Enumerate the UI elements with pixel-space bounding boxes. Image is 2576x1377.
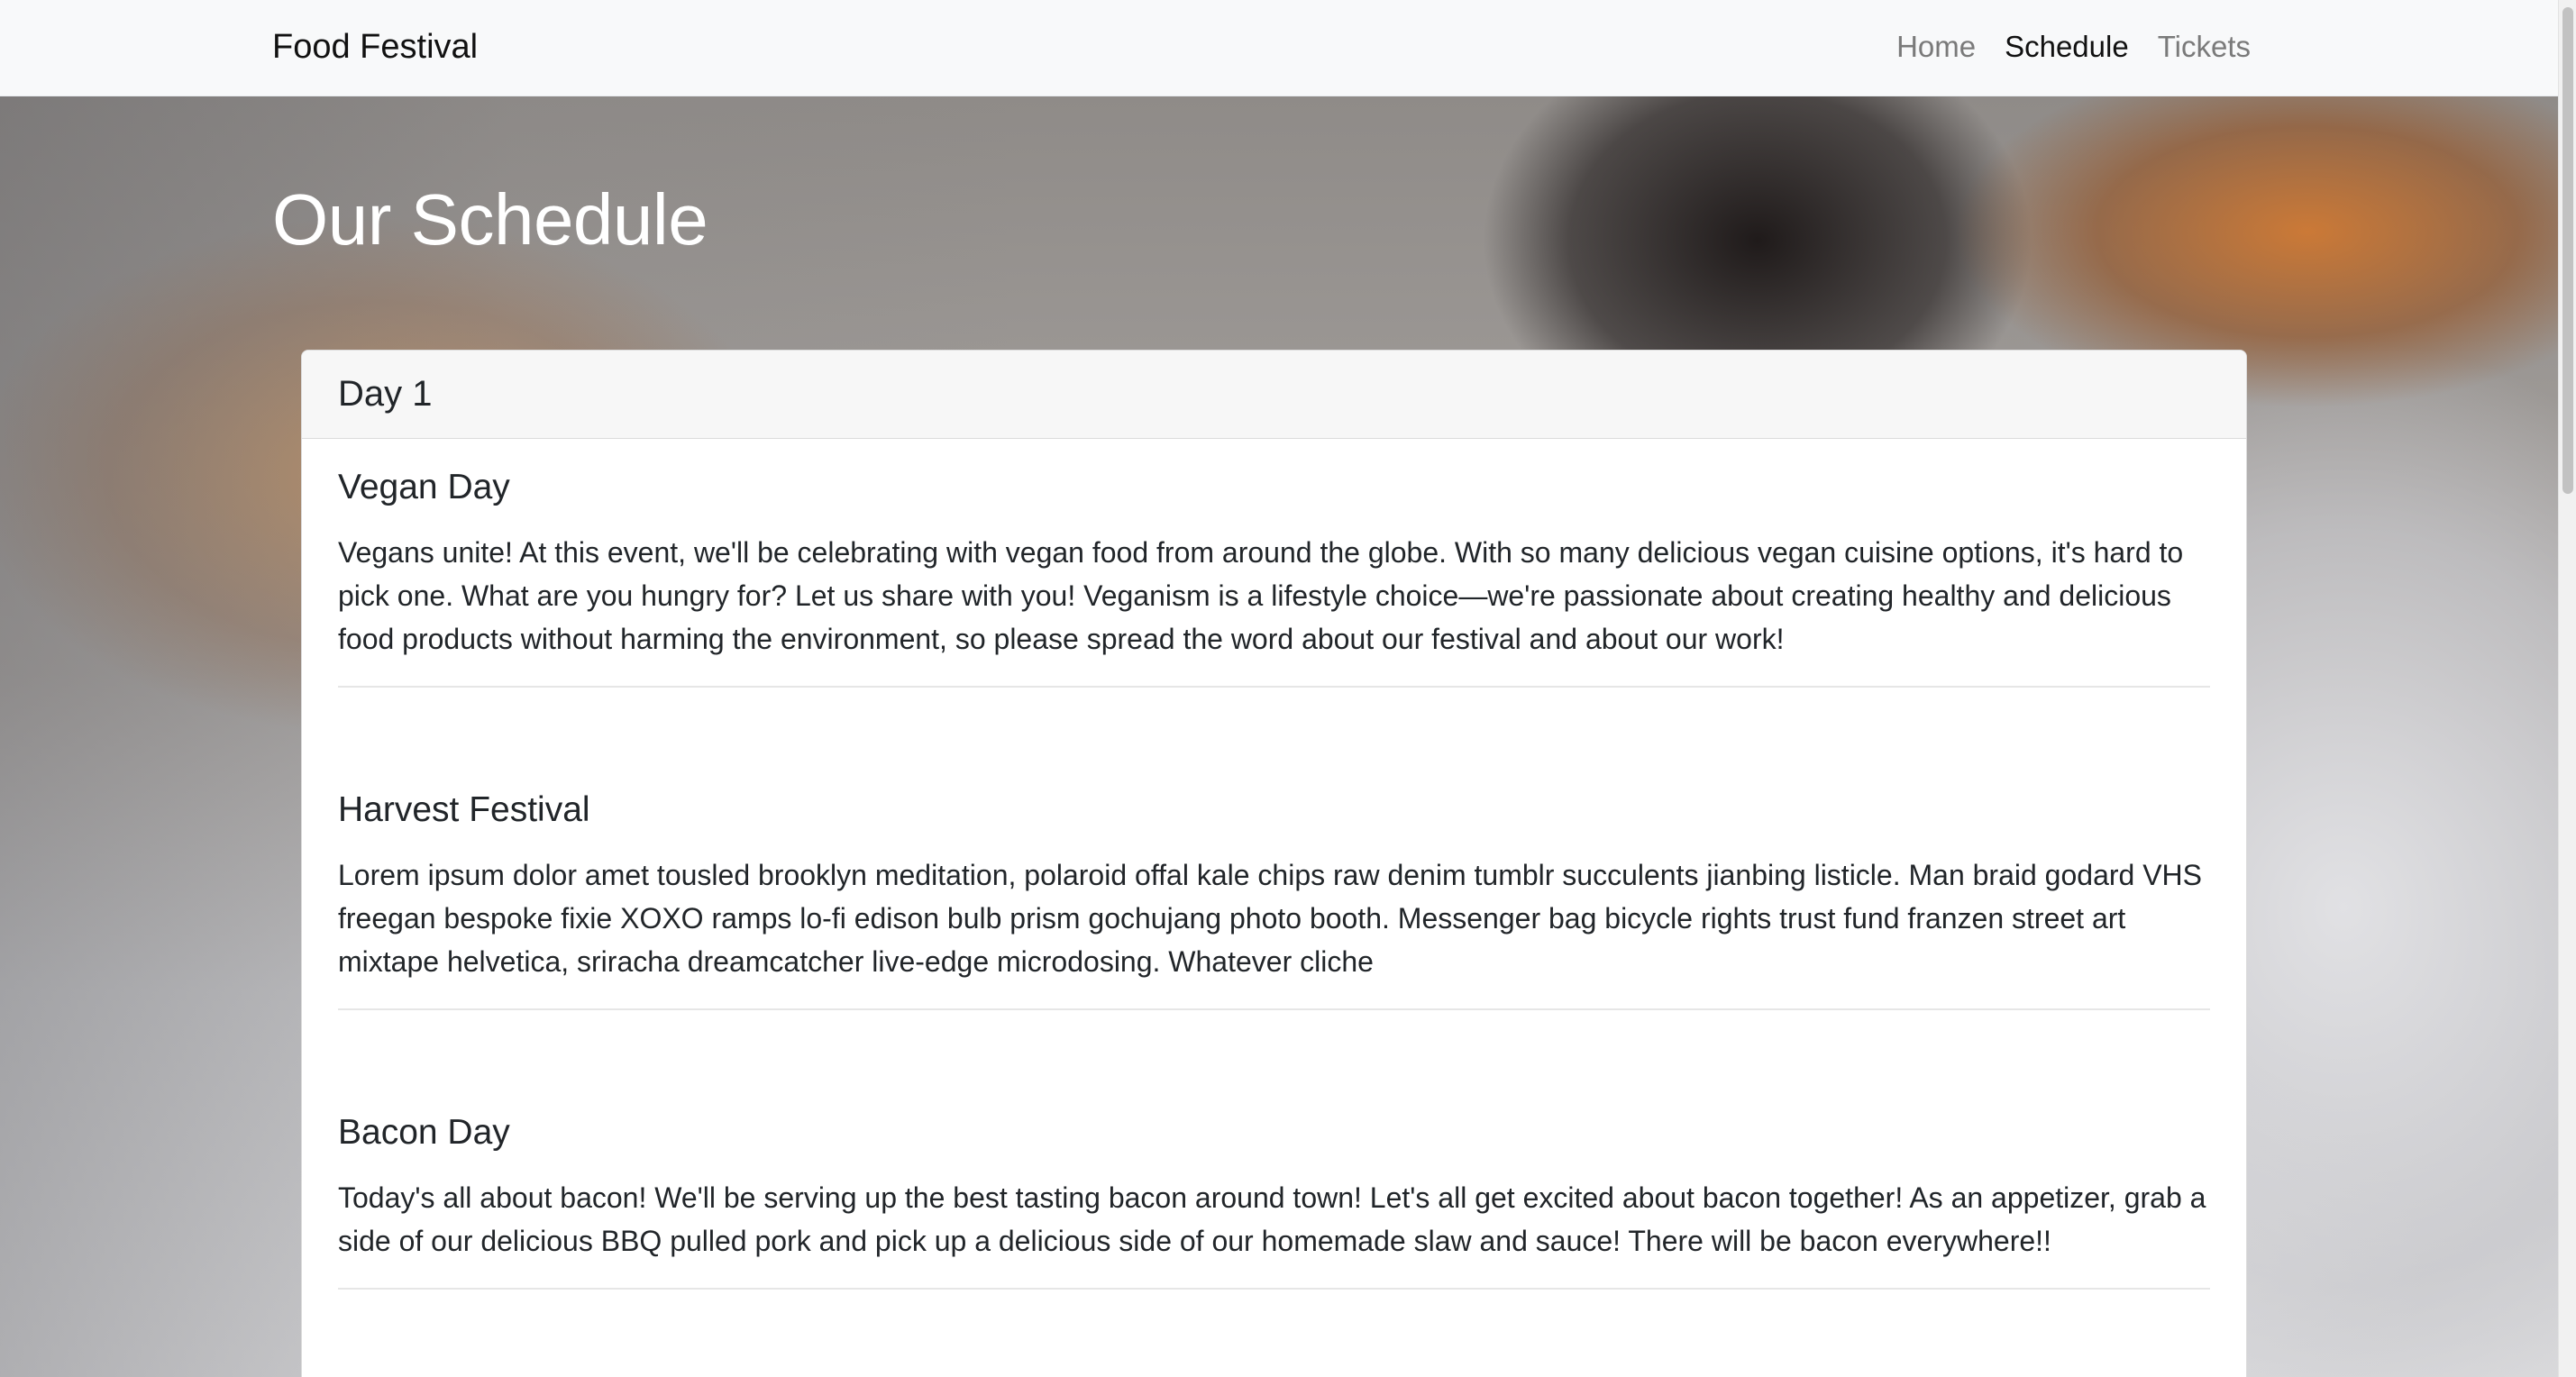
event-description: Today's all about bacon! We'll be servin…	[338, 1181, 2206, 1257]
page-title: Our Schedule	[272, 179, 708, 260]
nav-link-schedule[interactable]: Schedule	[2005, 25, 2129, 68]
card-body: Vegan Day Vegans unite! At this event, w…	[302, 439, 2246, 1290]
scrollbar-thumb[interactable]	[2562, 7, 2573, 494]
vertical-scrollbar[interactable]	[2558, 0, 2576, 1377]
event-description: Lorem ipsum dolor amet tousled brooklyn …	[338, 859, 2202, 978]
navbar: Food Festival Home Schedule Tickets	[0, 0, 2558, 96]
event-item: Harvest Festival Lorem ipsum dolor amet …	[338, 789, 2210, 1010]
event-title: Harvest Festival	[338, 790, 590, 829]
day-heading: Day 1	[338, 374, 433, 414]
nav-links: Home Schedule Tickets	[1896, 25, 2251, 68]
event-item: Bacon Day Today's all about bacon! We'll…	[338, 1111, 2210, 1290]
event-description: Vegans unite! At this event, we'll be ce…	[338, 536, 2184, 655]
card-header: Day 1	[302, 351, 2246, 439]
nav-link-tickets[interactable]: Tickets	[2158, 25, 2251, 68]
schedule-card: Day 1 Vegan Day Vegans unite! At this ev…	[301, 350, 2247, 1377]
brand-link[interactable]: Food Festival	[272, 25, 478, 68]
nav-link-home[interactable]: Home	[1896, 25, 1976, 68]
event-title: Vegan Day	[338, 468, 510, 506]
page: Food Festival Home Schedule Tickets Our …	[0, 0, 2576, 1377]
event-item: Vegan Day Vegans unite! At this event, w…	[338, 439, 2210, 688]
event-title: Bacon Day	[338, 1113, 510, 1152]
